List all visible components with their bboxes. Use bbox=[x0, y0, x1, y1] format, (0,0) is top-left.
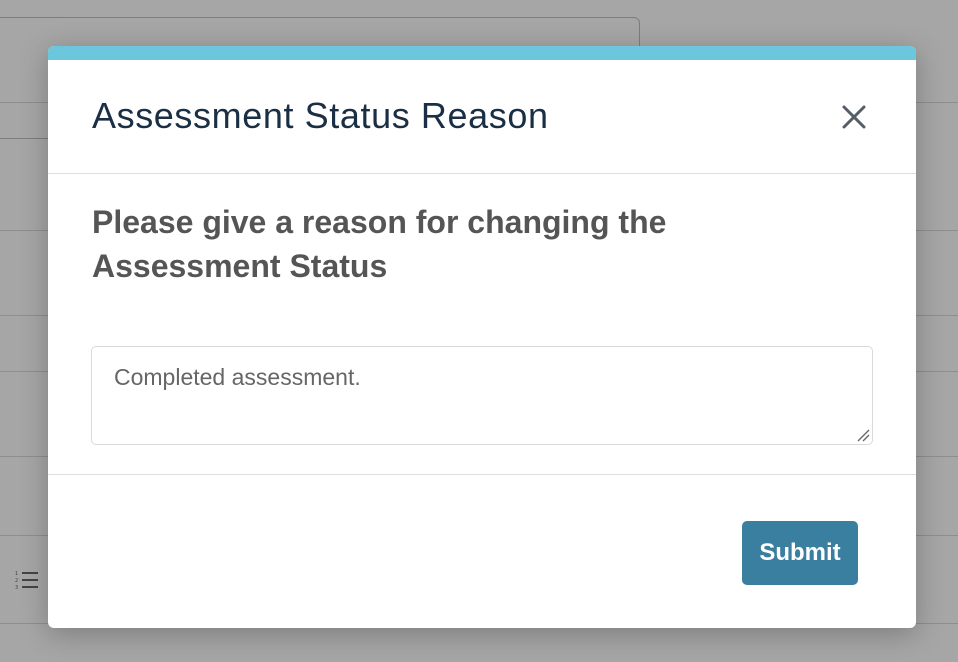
svg-text:1: 1 bbox=[15, 571, 18, 577]
submit-button[interactable]: Submit bbox=[742, 521, 858, 585]
svg-text:2: 2 bbox=[15, 578, 18, 584]
modal-footer: Submit bbox=[48, 475, 916, 628]
svg-text:3: 3 bbox=[15, 585, 18, 591]
modal-title: Assessment Status Reason bbox=[92, 95, 549, 136]
reason-prompt: Please give a reason for changing the As… bbox=[92, 204, 667, 284]
numbered-list-icon: 1 2 3 bbox=[15, 569, 39, 591]
modal-header: Assessment Status Reason bbox=[48, 60, 916, 174]
modal-body: Please give a reason for changing the As… bbox=[48, 174, 916, 475]
reason-text-value: Completed assessment. bbox=[114, 364, 361, 390]
reason-textarea[interactable]: Completed assessment. bbox=[91, 346, 873, 445]
resize-handle-icon[interactable] bbox=[856, 428, 870, 442]
assessment-status-reason-modal: Assessment Status Reason Please give a r… bbox=[48, 46, 916, 628]
modal-accent-bar bbox=[48, 46, 916, 60]
close-button[interactable] bbox=[839, 102, 869, 132]
close-icon bbox=[842, 105, 866, 129]
